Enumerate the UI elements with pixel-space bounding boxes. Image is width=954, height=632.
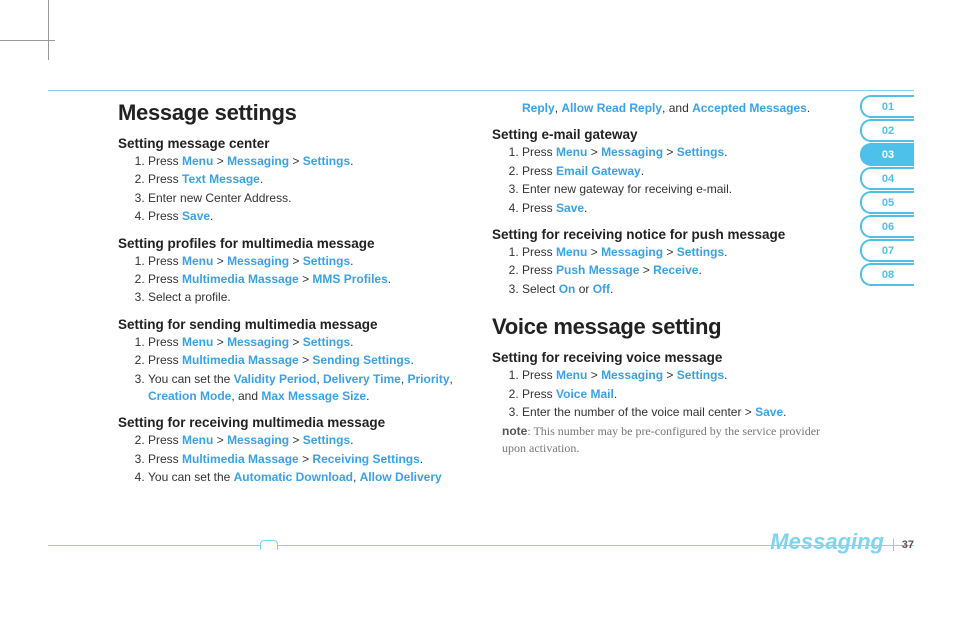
sub-receiving-mms: Setting for receiving multimedia message — [118, 415, 464, 430]
step: You can set the Automatic Download, Allo… — [148, 469, 464, 486]
steps-receiving-mms: Press Menu > Messaging > Settings. Press… — [148, 432, 464, 486]
continuation-line: Reply, Allow Read Reply, and Accepted Me… — [522, 100, 838, 117]
steps-sending-mms: Press Menu > Messaging > Settings. Press… — [148, 334, 464, 406]
top-rule — [48, 90, 914, 91]
crop-mark-vertical — [48, 0, 49, 60]
step: Press Menu > Messaging > Settings. — [522, 244, 838, 261]
step: Select a profile. — [148, 289, 464, 306]
steps-message-center: Press Menu > Messaging > Settings. Press… — [148, 153, 464, 226]
body-content: Message settings Setting message center … — [118, 100, 838, 487]
step: Select On or Off. — [522, 281, 838, 298]
sub-mms-profiles: Setting profiles for multimedia message — [118, 236, 464, 251]
right-column: Reply, Allow Read Reply, and Accepted Me… — [492, 100, 838, 487]
chapter-title: Messaging — [770, 529, 884, 555]
chapter-tabs: 01 02 03 04 05 06 07 08 — [860, 95, 914, 287]
step: Press Save. — [148, 208, 464, 225]
step: Press Multimedia Massage > Receiving Set… — [148, 451, 464, 468]
sub-email-gateway: Setting e-mail gateway — [492, 127, 838, 142]
step: Press Multimedia Massage > MMS Profiles. — [148, 271, 464, 288]
step: You can set the Validity Period, Deliver… — [148, 371, 464, 406]
page-number: 37 — [893, 539, 914, 551]
step: Enter new Center Address. — [148, 190, 464, 207]
sub-voice-receive: Setting for receiving voice message — [492, 350, 838, 365]
left-column: Message settings Setting message center … — [118, 100, 464, 487]
step: Press Menu > Messaging > Settings. — [148, 334, 464, 351]
sub-sending-mms: Setting for sending multimedia message — [118, 317, 464, 332]
step: Press Multimedia Massage > Sending Setti… — [148, 352, 464, 369]
step: Press Text Message. — [148, 171, 464, 188]
tab-02[interactable]: 02 — [860, 119, 914, 142]
sub-push-message: Setting for receiving notice for push me… — [492, 227, 838, 242]
step: Press Menu > Messaging > Settings. — [522, 367, 838, 384]
crop-mark-horizontal — [0, 40, 55, 41]
tab-04[interactable]: 04 — [860, 167, 914, 190]
tab-06[interactable]: 06 — [860, 215, 914, 238]
tab-05[interactable]: 05 — [860, 191, 914, 214]
step: Press Voice Mail. — [522, 386, 838, 403]
steps-push-message: Press Menu > Messaging > Settings. Press… — [522, 244, 838, 298]
step: Press Menu > Messaging > Settings. — [522, 144, 838, 161]
step: Press Push Message > Receive. — [522, 262, 838, 279]
heading-message-settings: Message settings — [118, 100, 464, 126]
step: Press Save. — [522, 200, 838, 217]
step: Press Menu > Messaging > Settings. — [148, 153, 464, 170]
steps-mms-profiles: Press Menu > Messaging > Settings. Press… — [148, 253, 464, 307]
tab-01[interactable]: 01 — [860, 95, 914, 118]
note-text: note: This number may be pre-configured … — [502, 423, 838, 457]
step: Enter new gateway for receiving e-mail. — [522, 181, 838, 198]
tab-07[interactable]: 07 — [860, 239, 914, 262]
steps-email-gateway: Press Menu > Messaging > Settings. Press… — [522, 144, 838, 217]
heading-voice-message: Voice message setting — [492, 314, 838, 340]
rule-bump — [260, 540, 278, 550]
steps-voice-receive: Press Menu > Messaging > Settings. Press… — [522, 367, 838, 421]
step: Press Email Gateway. — [522, 163, 838, 180]
step: Press Menu > Messaging > Settings. — [148, 432, 464, 449]
step: Enter the number of the voice mail cente… — [522, 404, 838, 421]
step: Press Menu > Messaging > Settings. — [148, 253, 464, 270]
sub-message-center: Setting message center — [118, 136, 464, 151]
tab-08[interactable]: 08 — [860, 263, 914, 286]
tab-03[interactable]: 03 — [860, 143, 914, 166]
